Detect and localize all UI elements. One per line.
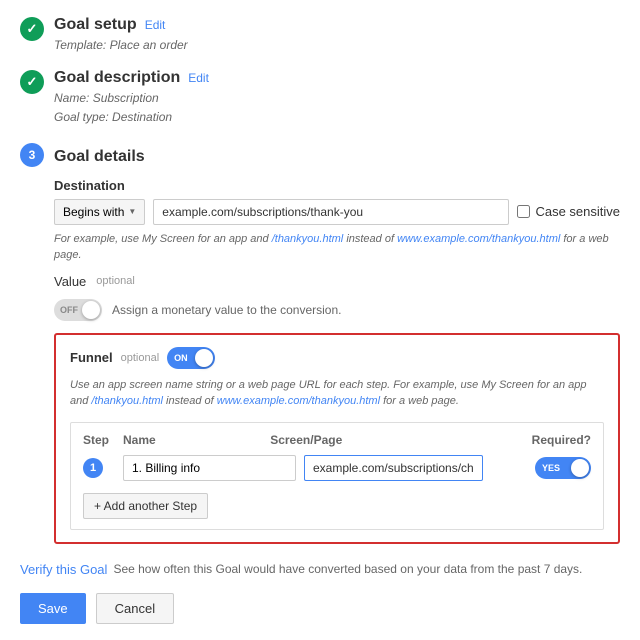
toggle-off-knob <box>82 301 100 319</box>
value-hint-text: Assign a monetary value to the conversio… <box>112 303 341 317</box>
goal-description-check-icon <box>20 70 44 94</box>
required-yes-toggle[interactable]: YES <box>535 457 591 479</box>
funnel-hint-3: instead of <box>166 395 214 407</box>
goal-type-row: Goal type: Destination <box>54 108 620 127</box>
yes-toggle-knob <box>571 459 589 477</box>
value-optional: optional <box>96 275 135 287</box>
destination-hint: For example, use My Screen for an app an… <box>54 231 620 264</box>
funnel-optional: optional <box>121 352 160 364</box>
yes-toggle-label: YES <box>542 463 560 473</box>
goal-description-content: Goal description Edit Name: Subscription… <box>54 69 620 127</box>
required-toggle-cell: YES <box>491 457 591 479</box>
value-toggle-row: OFF Assign a monetary value to the conve… <box>54 299 620 321</box>
funnel-toggle-knob <box>195 349 213 367</box>
steps-table: Step Name Screen/Page Required? 1 <box>70 422 604 530</box>
header-screen-page: Screen/Page <box>270 433 491 447</box>
value-toggle[interactable]: OFF <box>54 299 102 321</box>
funnel-hint-4: for a web page. <box>383 395 459 407</box>
funnel-hint-my-screen: My Screen <box>481 379 534 391</box>
case-sensitive-label: Case sensitive <box>535 204 620 219</box>
funnel-title-row: Funnel optional ON <box>70 347 604 369</box>
goal-setup-title-row: Goal setup Edit <box>54 16 620 34</box>
header-step: Step <box>83 433 123 447</box>
cancel-button[interactable]: Cancel <box>96 593 174 624</box>
goal-details-title-row: Goal details <box>54 148 620 166</box>
hint-url: www.example.com/thankyou.html <box>397 233 560 245</box>
template-label: Template: <box>54 38 106 52</box>
steps-header: Step Name Screen/Page Required? <box>83 433 591 447</box>
header-name: Name <box>123 433 270 447</box>
destination-label: Destination <box>54 178 620 193</box>
action-buttons: Save Cancel <box>20 593 620 624</box>
hint-my-screen: My Screen <box>142 233 195 245</box>
funnel-hint: Use an app screen name string or a web p… <box>70 377 604 410</box>
name-label: Name: <box>54 91 89 105</box>
goal-description-title: Goal description <box>54 69 180 87</box>
goal-setup-check-icon <box>20 17 44 41</box>
verify-goal-link[interactable]: Verify this Goal <box>20 562 107 577</box>
case-sensitive-checkbox[interactable] <box>517 205 530 218</box>
type-value: Destination <box>112 110 172 124</box>
goal-setup-meta: Template: Place an order <box>54 36 620 55</box>
step-num-circle: 1 <box>83 458 103 478</box>
goal-details-section: 3 Goal details Destination Begins with C… <box>20 142 620 544</box>
step-name-input[interactable] <box>123 455 296 481</box>
value-row: Value optional <box>54 274 620 289</box>
goal-details-title: Goal details <box>54 148 145 166</box>
toggle-off-label: OFF <box>60 305 78 315</box>
goal-details-number-icon: 3 <box>20 143 44 167</box>
funnel-toggle[interactable]: ON <box>167 347 215 369</box>
destination-input[interactable] <box>153 199 509 225</box>
goal-description-title-row: Goal description Edit <box>54 69 620 87</box>
destination-row: Begins with Case sensitive <box>54 199 620 225</box>
funnel-box: Funnel optional ON Use an app screen nam… <box>54 333 620 544</box>
funnel-hint-1: Use an app screen name string or a web p… <box>70 379 478 391</box>
funnel-hint-thankyou: /thankyou.html <box>91 395 163 407</box>
hint-thankyou: /thankyou.html <box>272 233 344 245</box>
goal-details-number: 3 <box>29 148 36 162</box>
funnel-hint-url: www.example.com/thankyou.html <box>217 395 380 407</box>
verify-description: See how often this Goal would have conve… <box>113 562 582 576</box>
hint-text-3: instead of <box>346 233 394 245</box>
funnel-label: Funnel <box>70 350 113 365</box>
goal-description-edit-link[interactable]: Edit <box>188 71 209 85</box>
goal-setup-edit-link[interactable]: Edit <box>145 18 166 32</box>
begins-with-dropdown[interactable]: Begins with <box>54 199 145 225</box>
goal-description-section: Goal description Edit Name: Subscription… <box>20 69 620 127</box>
template-value: Place an order <box>110 38 188 52</box>
goal-name-row: Name: Subscription <box>54 89 620 108</box>
type-label: Goal type: <box>54 110 109 124</box>
add-step-button[interactable]: + Add another Step <box>83 493 208 519</box>
step-num-value: 1 <box>90 462 96 474</box>
case-sensitive-row: Case sensitive <box>517 204 620 219</box>
goal-setup-title: Goal setup <box>54 16 137 34</box>
hint-text-2: for an app and <box>198 233 269 245</box>
header-required: Required? <box>491 433 591 447</box>
goal-setup-section: Goal setup Edit Template: Place an order <box>20 16 620 55</box>
goal-details-content: Goal details Destination Begins with Cas… <box>54 148 620 544</box>
value-label: Value <box>54 274 86 289</box>
table-row: 1 YES <box>83 455 591 481</box>
goal-description-meta: Name: Subscription Goal type: Destinatio… <box>54 89 620 127</box>
goal-setup-content: Goal setup Edit Template: Place an order <box>54 16 620 55</box>
verify-row: Verify this Goal See how often this Goal… <box>20 562 620 577</box>
step-number-cell: 1 <box>83 458 123 478</box>
funnel-toggle-label: ON <box>174 353 188 363</box>
hint-text-1: For example, use <box>54 233 139 245</box>
name-value: Subscription <box>93 91 159 105</box>
step-page-input[interactable] <box>304 455 483 481</box>
save-button[interactable]: Save <box>20 593 86 624</box>
